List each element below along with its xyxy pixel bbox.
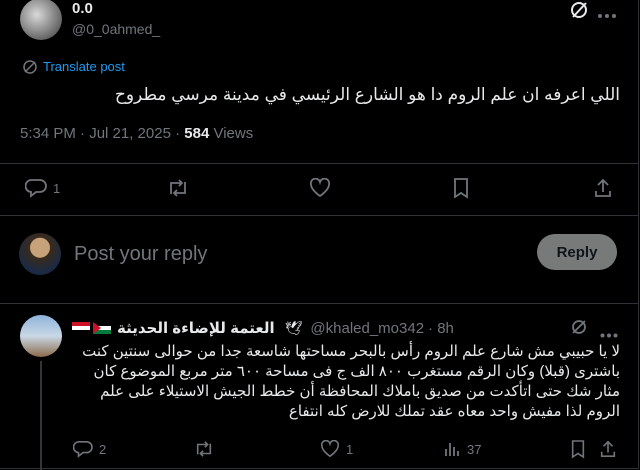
dove-icon: 🕊 [284, 319, 303, 336]
reply-bookmark-button[interactable] [570, 439, 586, 459]
reply-more-options-icon[interactable] [600, 325, 618, 343]
reply-button[interactable]: 1 [25, 178, 60, 198]
reply-reply-button[interactable]: 2 [73, 440, 106, 458]
post-meta: 5:34 PM · Jul 21, 2025 · 584 Views [20, 125, 253, 142]
translate-icon[interactable] [22, 59, 38, 80]
divider [0, 303, 638, 304]
reply-repost-button[interactable] [193, 440, 215, 458]
bookmark-icon [452, 177, 470, 199]
reply-count: 1 [53, 180, 61, 196]
like-icon [309, 178, 331, 198]
current-user-avatar [19, 233, 61, 275]
conversation-panel: 0.0 @0_0ahmed_ Translate post اللي اعرفه… [0, 0, 639, 470]
reply-submit-button[interactable]: Reply [537, 234, 617, 270]
reply-like-count: 1 [346, 441, 354, 457]
reply-display-name[interactable]: العتمة للإضاءة الحديثة [117, 319, 275, 337]
post-text: اللي اعرفه ان علم الروم دا هو الشارع الر… [114, 85, 620, 104]
like-icon [320, 440, 340, 458]
author-handle[interactable]: @0_0ahmed_ [72, 21, 160, 37]
reply-icon [73, 440, 93, 458]
share-icon [593, 177, 613, 199]
translate-post-link[interactable]: Translate post [43, 59, 125, 74]
repost-icon [166, 178, 190, 198]
reply-reply-count: 2 [99, 441, 107, 457]
reply-icon [25, 178, 47, 198]
grok-icon[interactable] [569, 0, 589, 25]
reply-like-button[interactable]: 1 [320, 440, 353, 458]
reply-text: لا يا حبيبي مش شارع علم الروم رأس بالبحر… [82, 343, 620, 420]
reply-share-button[interactable] [599, 439, 617, 459]
views-icon [443, 440, 461, 458]
views-label: Views [213, 125, 254, 142]
divider [0, 215, 638, 216]
reply-header: العتمة للإضاءة الحديثة 🕊 @khaled_mo342 ·… [72, 318, 454, 338]
post-timestamp[interactable]: 5:34 PM · Jul 21, 2025 · [20, 125, 180, 142]
reply-views-button[interactable]: 37 [443, 440, 481, 458]
reply-handle[interactable]: @khaled_mo342 [310, 320, 424, 337]
repost-icon [193, 440, 215, 458]
divider [0, 163, 638, 164]
share-icon [599, 439, 617, 459]
author-display-name[interactable]: 0.0 [72, 0, 93, 17]
views-count: 584 [184, 125, 210, 142]
reply-input[interactable] [72, 240, 516, 268]
reply-grok-icon[interactable] [570, 318, 588, 341]
bookmark-icon [570, 439, 586, 459]
egypt-flag-icon [72, 322, 90, 334]
reply-views-count: 37 [467, 441, 482, 457]
reply-timestamp[interactable]: · 8h [428, 320, 454, 337]
thread-line [40, 361, 42, 470]
like-button[interactable] [309, 178, 331, 198]
bookmark-button[interactable] [452, 177, 470, 199]
reply-author-avatar[interactable] [20, 315, 62, 357]
share-button[interactable] [593, 177, 613, 199]
author-avatar[interactable] [20, 0, 62, 40]
repost-button[interactable] [166, 178, 190, 198]
palestine-flag-icon [93, 322, 111, 334]
more-options-icon[interactable] [597, 6, 617, 24]
